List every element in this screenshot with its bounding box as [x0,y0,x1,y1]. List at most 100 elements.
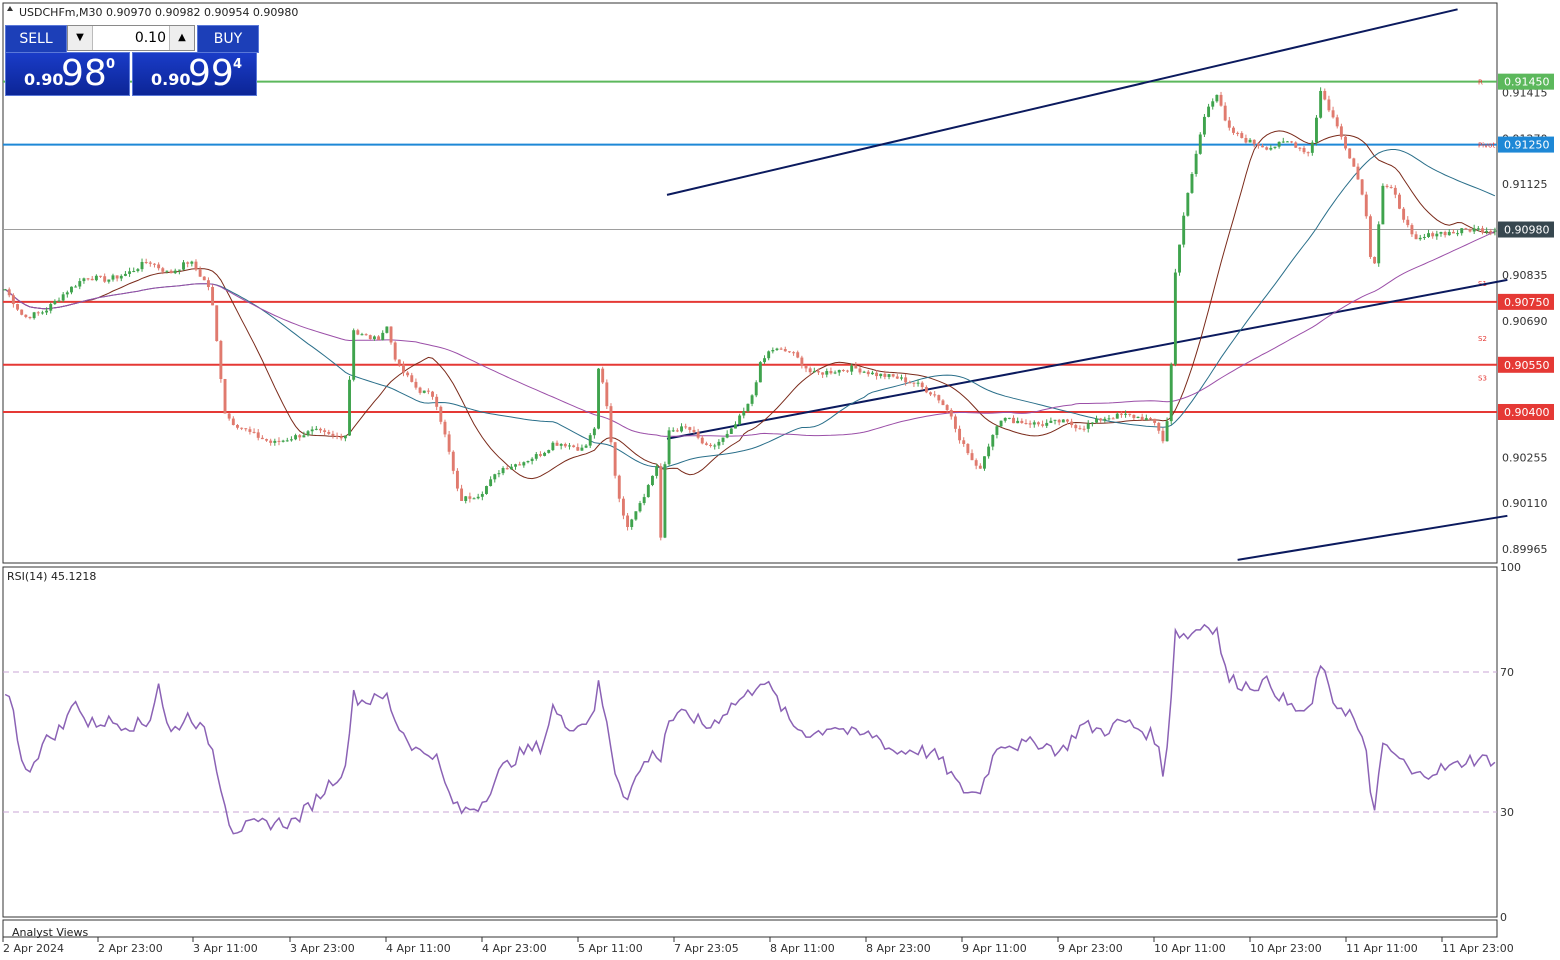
level-tag: Pivot [1478,142,1495,150]
candle-body [796,352,800,358]
candle-body [1041,424,1045,426]
candle-body [215,305,219,342]
candle-body [717,441,721,446]
candle-body [613,442,617,476]
candle-body [422,390,426,393]
candle-body [738,415,742,425]
candle-body [1414,234,1418,240]
candle-body [74,286,78,288]
candle-body [1427,233,1430,237]
candle-body [1136,416,1140,418]
price-label-text: 0.90550 [1504,359,1550,372]
candle-body [194,261,198,270]
time-axis: 2 Apr 2024 2 Apr 23:00 3 Apr 11:00 3 Apr 23… [2,937,1514,955]
candle-body [962,440,966,444]
candle-body [754,382,758,396]
candle-body [3,289,7,291]
candle-body [211,287,215,306]
candle-body [314,428,318,430]
candle-body [327,431,331,434]
candle-body [206,280,210,288]
moving-average-line [4,149,1496,469]
candle-body [937,395,941,401]
candle-body [1319,90,1323,118]
candle-body [231,418,235,426]
candle-body [161,268,165,272]
candle-body [128,271,132,274]
candle-body [360,334,364,336]
candle-body [1269,147,1273,150]
candle-body [1385,185,1389,188]
buy-price-quote[interactable]: 0.90 99 4 [132,52,257,96]
candle-body [119,275,123,279]
candle-body [107,279,111,282]
lot-increase-icon[interactable]: ▲ [169,26,194,50]
candle-body [808,368,812,373]
candle-body [90,278,94,281]
candle-body [742,411,746,416]
candle-body [841,369,845,371]
candle-body [704,443,708,445]
candle-body [177,269,181,271]
candle-body [1460,228,1464,234]
candle-body [1339,126,1343,137]
sell-price-quote[interactable]: 0.90 98 0 [5,52,130,96]
candle-body [190,261,194,264]
candle-body [846,370,849,372]
candle-body [343,435,347,439]
candle-body [1128,413,1132,415]
time-tick-label: 2 Apr 2024 [3,942,64,955]
sell-button[interactable]: SELL [5,25,67,53]
candle-body [123,273,127,276]
rsi-tick-label: 70 [1500,666,1514,679]
candle-body [958,428,962,441]
candle-body [115,275,119,279]
candle-body [1265,147,1269,150]
candle-body [601,368,605,383]
candle-body [57,300,61,302]
candle-body [418,387,422,393]
candle-body [20,309,24,315]
candle-body [1240,133,1244,138]
candle-body [920,382,924,388]
candle-body [364,334,368,336]
candle-body [829,371,833,374]
candle-body [974,460,978,466]
trendlines[interactable] [666,8,1508,561]
candle-body [563,443,567,447]
rsi-tick-label: 100 [1500,561,1521,574]
candle-body [70,286,73,293]
candle-body [252,431,256,433]
candle-body [1236,132,1240,134]
candle-body [1273,146,1277,148]
candle-body [771,349,775,352]
candle-body [1061,419,1065,423]
lot-size-stepper[interactable]: ▼ ▲ [67,25,195,51]
candle-body [891,374,895,377]
candle-body [1223,105,1227,121]
candle-body [568,445,571,447]
candle-body [1360,179,1364,195]
candle-body [667,430,671,465]
candle-body [377,336,381,340]
horizontal-levels[interactable]: RPivotS1S2S3 [3,79,1497,413]
buy-button[interactable]: BUY [197,25,259,53]
candle-body [256,432,260,438]
candle-body [1344,136,1347,149]
candle-body [638,503,642,512]
lot-decrease-icon[interactable]: ▼ [68,26,93,50]
candle-body [285,440,289,442]
candle-body [1066,419,1069,422]
lot-size-input[interactable] [94,26,166,50]
moving-averages [4,130,1496,480]
analyst-views-label: Analyst Views [12,926,88,939]
candle-body [435,396,439,407]
candle-body [713,445,717,447]
candle-body [86,278,90,280]
candle-body [505,468,509,470]
candle-body [1157,422,1161,431]
candle-body [1007,417,1011,419]
time-tick-label: 7 Apr 23:05 [674,942,739,955]
trading-chart[interactable]: RPivotS1S2S3 10070300 0.914150.912700.91… [0,0,1560,960]
candle-body [1053,419,1057,421]
